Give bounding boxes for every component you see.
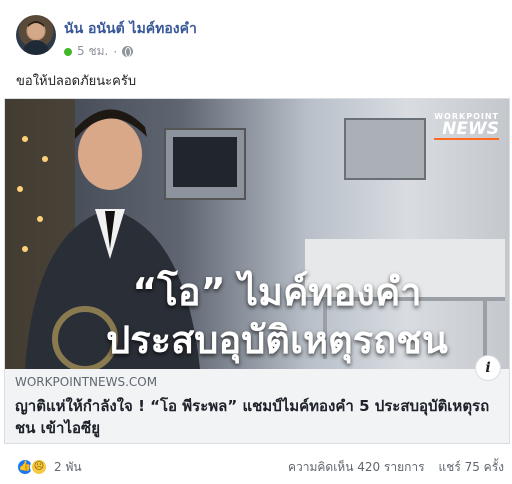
sad-icon: ☹ <box>30 458 48 476</box>
globe-icon[interactable] <box>122 46 134 57</box>
post-stats: ความคิดเห็น 420 รายการ แชร์ 75 ครั้ง <box>288 458 504 477</box>
info-icon[interactable]: i <box>475 355 501 381</box>
online-status-icon <box>64 47 72 56</box>
reactions-summary[interactable]: 👍 ☹ 2 พัน <box>16 458 82 477</box>
meta-separator: · <box>113 44 118 59</box>
reaction-count[interactable]: 2 พัน <box>54 458 82 477</box>
post-footer: 👍 ☹ 2 พัน ความคิดเห็น 420 รายการ แชร์ 75… <box>16 456 504 478</box>
image-headline-line2: ประสบอุบัติเหตุรถชน <box>106 318 448 362</box>
link-domain[interactable]: WORKPOINTNEWS.COM <box>15 375 157 389</box>
author-name[interactable]: นัน อนันต์ ไมค์ทองคำ <box>64 18 197 40</box>
logo-bottom-text: NEWS <box>434 121 499 140</box>
facebook-post: นัน อนันต์ ไมค์ทองคำ 5 ชม. · ขอให้ปลอดภั… <box>0 0 512 484</box>
avatar-image <box>22 21 50 55</box>
link-preview-image[interactable]: WORKPOINT NEWS “โอ” ไมค์ทองคำ ประสบอุบัต… <box>5 99 509 369</box>
workpoint-news-logo: WORKPOINT NEWS <box>434 113 499 140</box>
comments-count[interactable]: ความคิดเห็น 420 รายการ <box>288 460 425 474</box>
link-preview-card[interactable]: WORKPOINT NEWS “โอ” ไมค์ทองคำ ประสบอุบัต… <box>4 98 510 444</box>
post-timestamp[interactable]: 5 ชม. <box>77 42 108 61</box>
author-avatar[interactable] <box>16 15 56 55</box>
shares-count[interactable]: แชร์ 75 ครั้ง <box>438 460 504 474</box>
link-title[interactable]: ญาติแห่ให้กำลังใจ ! “โอ พีระพล” แชมป์ไมค… <box>15 395 495 439</box>
post-caption: ขอให้ปลอดภัยนะครับ <box>16 74 137 89</box>
post-meta: 5 ชม. · <box>64 42 134 61</box>
